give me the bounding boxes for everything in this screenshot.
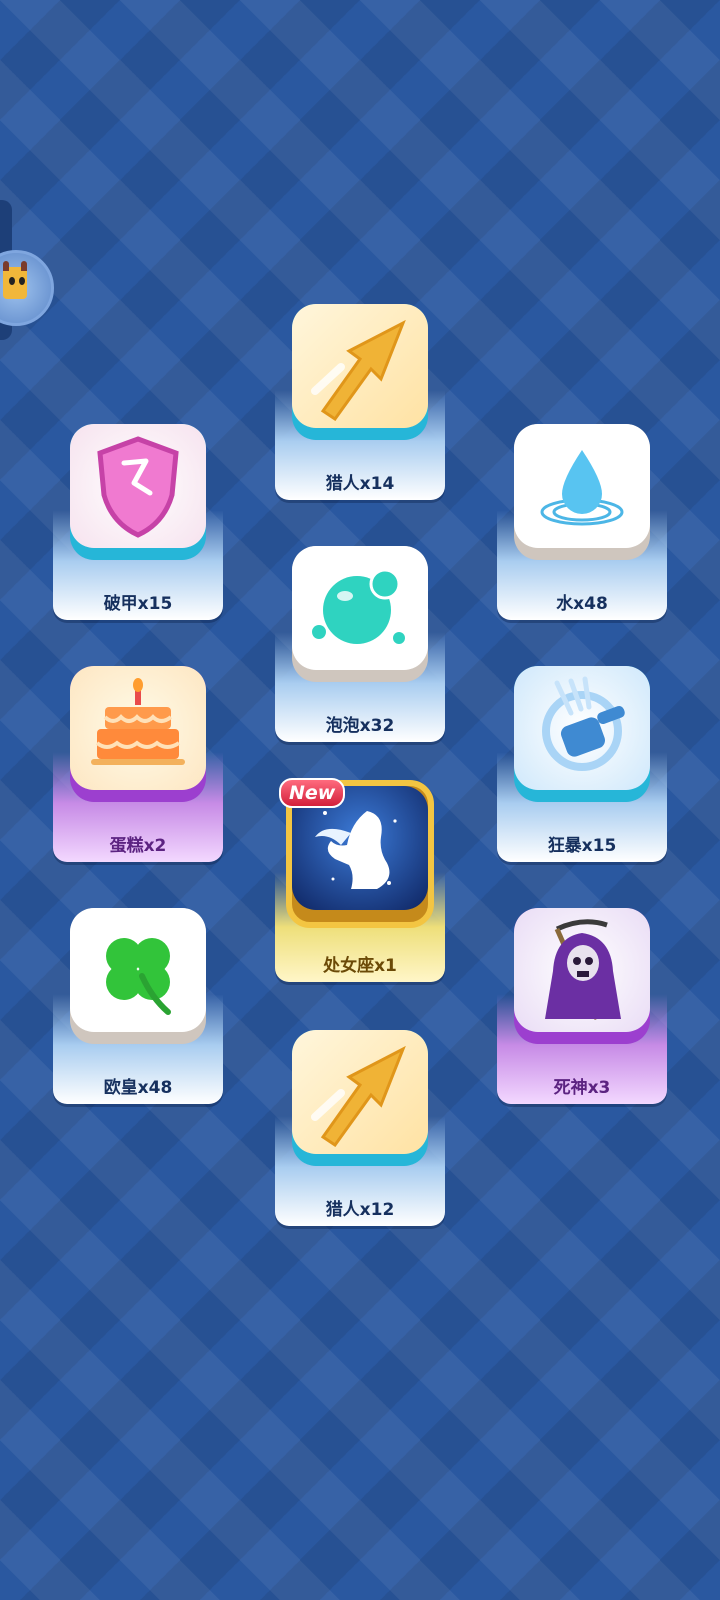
water-drop-icon bbox=[540, 450, 624, 526]
skill-card-death[interactable]: 死神x3 bbox=[497, 908, 667, 1104]
skill-label: 破甲x15 bbox=[103, 594, 173, 614]
arrow-icon bbox=[311, 319, 406, 421]
skill-label: 欧皇x48 bbox=[103, 1078, 173, 1098]
skill-tile bbox=[292, 1030, 428, 1166]
skill-card-lucky[interactable]: 欧皇x48 bbox=[53, 908, 223, 1104]
skill-label: 死神x3 bbox=[553, 1078, 611, 1098]
skill-tile bbox=[70, 908, 206, 1044]
hammer-icon bbox=[542, 676, 625, 771]
skill-tile bbox=[292, 304, 428, 440]
skill-tile bbox=[70, 424, 206, 560]
skill-card-virgo[interactable]: New 处女座x1 bbox=[275, 778, 445, 982]
bubble-icon bbox=[312, 568, 405, 644]
cake-icon bbox=[91, 678, 185, 765]
player-avatar[interactable] bbox=[0, 250, 54, 326]
skill-card-hunter-1[interactable]: 猎人x14 bbox=[275, 304, 445, 500]
broken-shield-icon bbox=[97, 436, 179, 538]
skill-tile bbox=[514, 424, 650, 560]
skill-card-hunter-2[interactable]: 猎人x12 bbox=[275, 1030, 445, 1226]
skill-card-water[interactable]: 水x48 bbox=[497, 424, 667, 620]
skill-label: 水x48 bbox=[556, 594, 608, 614]
skill-tile bbox=[514, 908, 650, 1044]
virgo-silhouette-icon bbox=[315, 811, 397, 889]
skill-label: 狂暴x15 bbox=[547, 836, 617, 856]
skill-card-cake[interactable]: 蛋糕x2 bbox=[53, 666, 223, 862]
skill-label: 蛋糕x2 bbox=[109, 836, 167, 856]
skill-tile bbox=[292, 546, 428, 682]
skill-tile bbox=[70, 666, 206, 802]
skill-card-bubble[interactable]: 泡泡x32 bbox=[275, 546, 445, 742]
skill-card-armor-break[interactable]: 破甲x15 bbox=[53, 424, 223, 620]
reaper-icon bbox=[545, 919, 621, 1021]
skill-label: 泡泡x32 bbox=[325, 716, 395, 736]
skill-label: 猎人x12 bbox=[325, 1200, 395, 1220]
arrow-icon bbox=[311, 1045, 406, 1147]
skill-card-berserk[interactable]: 狂暴x15 bbox=[497, 666, 667, 862]
skill-label: 猎人x14 bbox=[325, 474, 395, 494]
skill-label: 处女座x1 bbox=[323, 956, 397, 976]
skill-tile bbox=[514, 666, 650, 802]
new-badge: New bbox=[279, 778, 346, 808]
clover-icon bbox=[106, 938, 171, 1015]
